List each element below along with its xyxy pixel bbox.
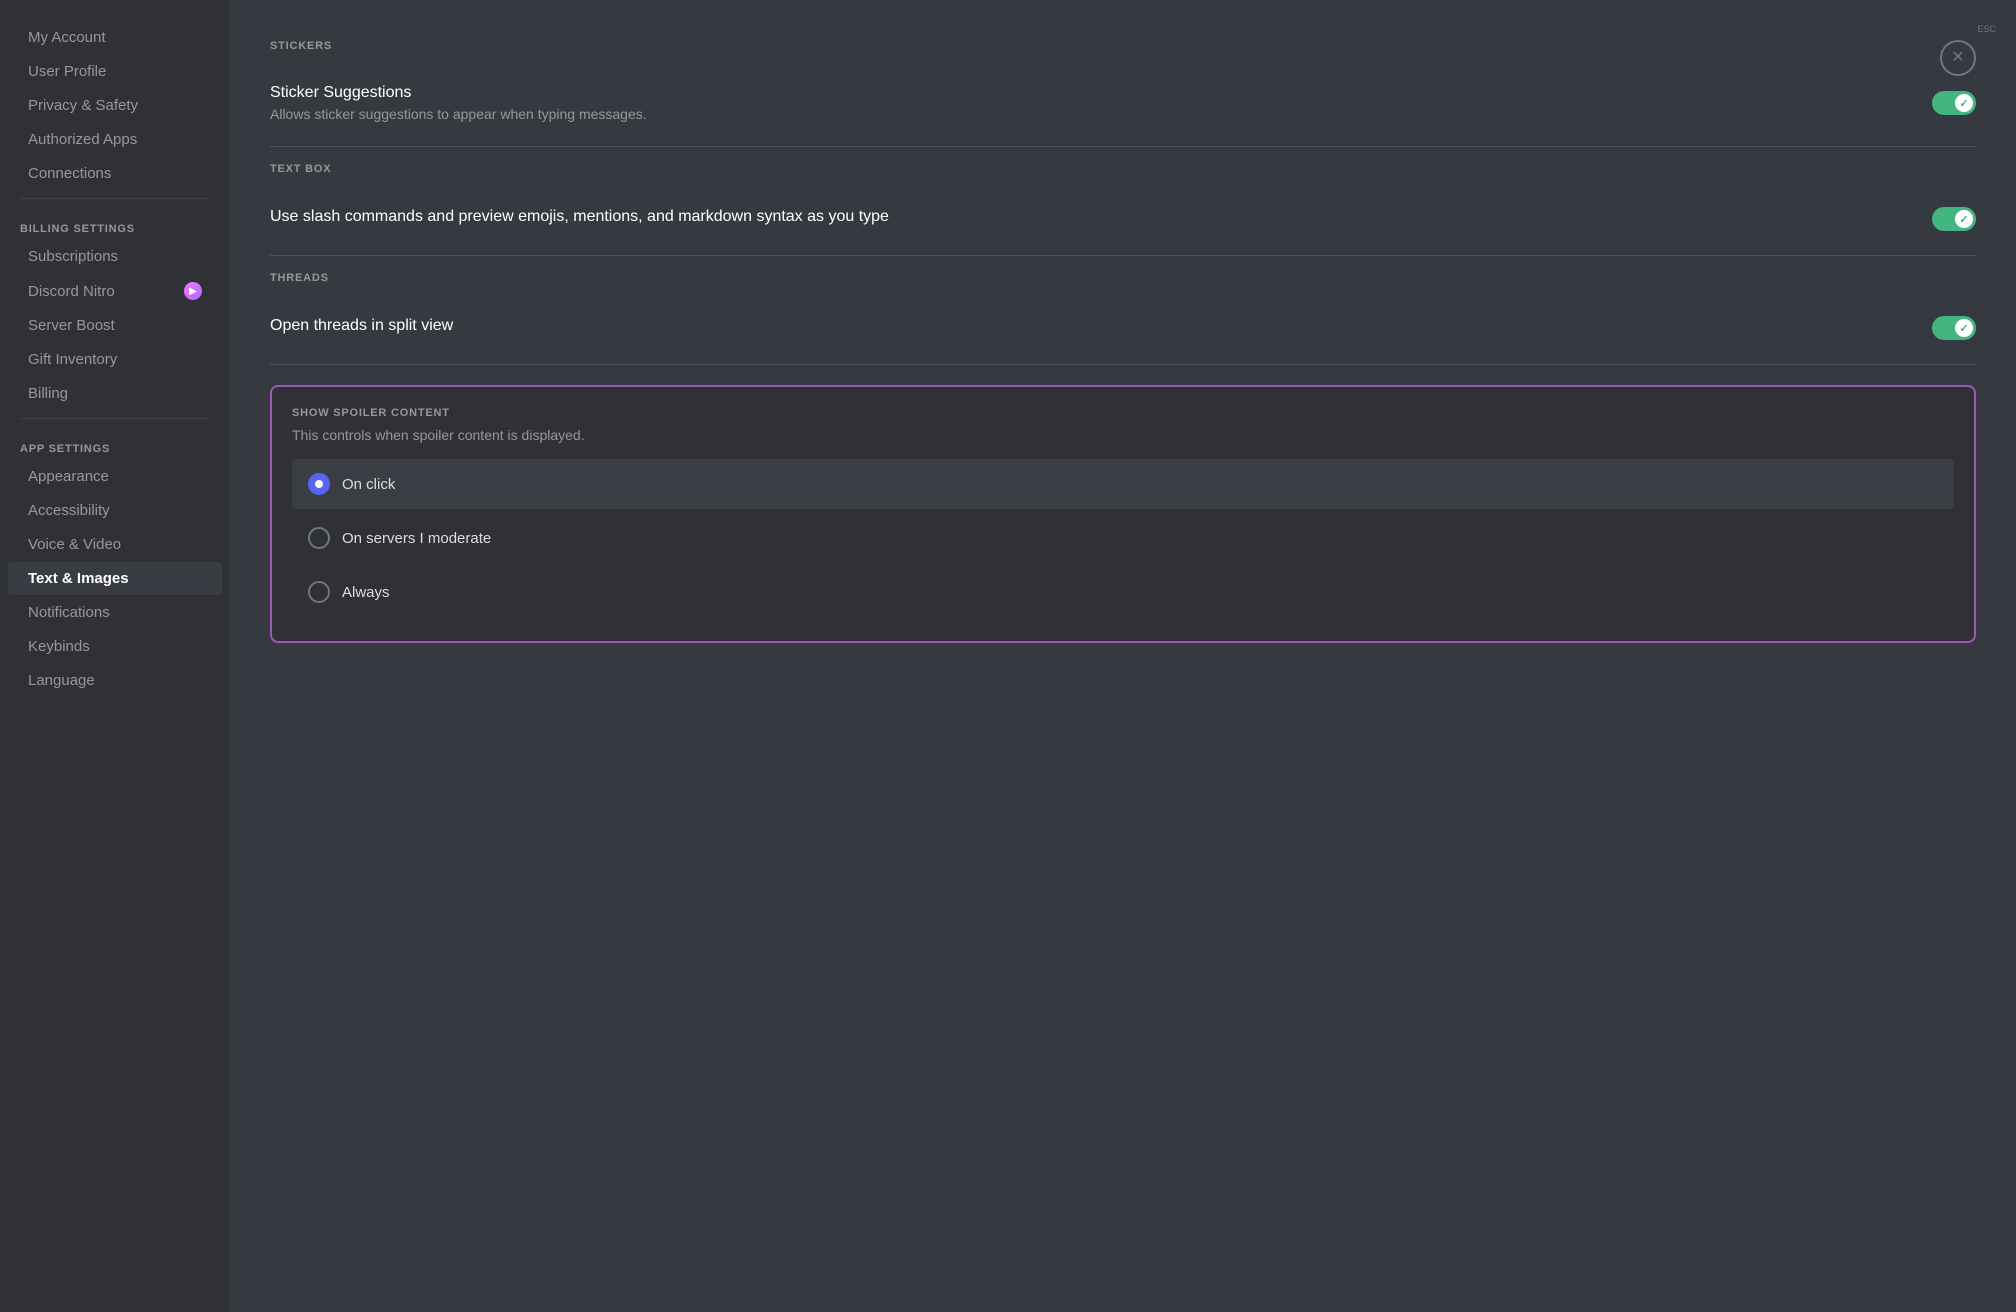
radio-on-click[interactable]: On click <box>292 459 1954 509</box>
sidebar-item-accessibility[interactable]: Accessibility <box>8 494 222 527</box>
textbox-label: Use slash commands and preview emojis, m… <box>270 208 1932 226</box>
radio-label-on-click: On click <box>342 476 395 493</box>
divider-2 <box>270 255 1976 256</box>
textbox-info: Use slash commands and preview emojis, m… <box>270 208 1932 230</box>
spoiler-desc: This controls when spoiler content is di… <box>292 427 1954 443</box>
textbox-toggle[interactable] <box>1932 207 1976 231</box>
sidebar-item-billing[interactable]: Billing <box>8 377 222 410</box>
sidebar-item-label: Server Boost <box>28 317 115 334</box>
sidebar-item-label: Billing <box>28 385 68 402</box>
radio-label-always: Always <box>342 584 390 601</box>
radio-circle-moderate <box>308 527 330 549</box>
toggle-knob <box>1955 94 1973 112</box>
radio-circle-always <box>308 581 330 603</box>
threads-section-title: THREADS <box>270 272 1976 284</box>
sidebar-item-my-account[interactable]: My Account <box>8 21 222 54</box>
sidebar-divider-app <box>20 418 210 419</box>
sticker-suggestions-desc: Allows sticker suggestions to appear whe… <box>270 106 1932 122</box>
sidebar-item-label: Discord Nitro <box>28 283 115 300</box>
main-content: ✕ ESC STICKERS Sticker Suggestions Allow… <box>230 0 2016 1312</box>
toggle-knob-2 <box>1955 210 1973 228</box>
threads-toggle[interactable] <box>1932 316 1976 340</box>
nitro-icon: ▶ <box>184 282 202 300</box>
sticker-suggestions-row: Sticker Suggestions Allows sticker sugge… <box>270 68 1976 138</box>
sidebar-item-label: Gift Inventory <box>28 351 117 368</box>
close-container: ✕ ESC <box>1977 20 1996 34</box>
sticker-suggestions-toggle[interactable] <box>1932 91 1976 115</box>
toggle-knob-3 <box>1955 319 1973 337</box>
sticker-suggestions-label: Sticker Suggestions <box>270 84 1932 102</box>
sidebar-item-text-images[interactable]: Text & Images <box>8 562 222 595</box>
app-section-label: APP SETTINGS <box>0 427 230 459</box>
esc-label: ESC <box>1977 24 1996 34</box>
sidebar-item-discord-nitro[interactable]: Discord Nitro ▶ <box>8 274 222 308</box>
radio-always[interactable]: Always <box>292 567 1954 617</box>
divider-1 <box>270 146 1976 147</box>
sidebar-item-user-profile[interactable]: User Profile <box>8 55 222 88</box>
sidebar-item-language[interactable]: Language <box>8 664 222 697</box>
sidebar-item-notifications[interactable]: Notifications <box>8 596 222 629</box>
sidebar: My AccountUser ProfilePrivacy & SafetyAu… <box>0 0 230 1312</box>
spoiler-title: SHOW SPOILER CONTENT <box>292 407 1954 419</box>
sidebar-item-privacy-safety[interactable]: Privacy & Safety <box>8 89 222 122</box>
sidebar-item-appearance[interactable]: Appearance <box>8 460 222 493</box>
textbox-section-title: TEXT BOX <box>270 163 1976 175</box>
spoiler-section: SHOW SPOILER CONTENT This controls when … <box>270 385 1976 643</box>
sidebar-item-keybinds[interactable]: Keybinds <box>8 630 222 663</box>
threads-row: Open threads in split view <box>270 300 1976 356</box>
radio-on-servers-moderate[interactable]: On servers I moderate <box>292 513 1954 563</box>
divider-3 <box>270 364 1976 365</box>
stickers-section-title: STICKERS <box>270 40 1976 52</box>
radio-label-moderate: On servers I moderate <box>342 530 491 547</box>
close-icon: ✕ <box>1951 50 1964 66</box>
radio-circle-on-click <box>308 473 330 495</box>
sidebar-item-server-boost[interactable]: Server Boost <box>8 309 222 342</box>
sidebar-item-subscriptions[interactable]: Subscriptions <box>8 240 222 273</box>
sidebar-item-gift-inventory[interactable]: Gift Inventory <box>8 343 222 376</box>
threads-label: Open threads in split view <box>270 317 1932 335</box>
close-button[interactable]: ✕ <box>1940 40 1976 76</box>
billing-section-label: BILLING SETTINGS <box>0 207 230 239</box>
sticker-suggestions-info: Sticker Suggestions Allows sticker sugge… <box>270 84 1932 122</box>
sidebar-item-label: Subscriptions <box>28 248 118 265</box>
sidebar-item-authorized-apps[interactable]: Authorized Apps <box>8 123 222 156</box>
threads-info: Open threads in split view <box>270 317 1932 339</box>
sidebar-item-connections[interactable]: Connections <box>8 157 222 190</box>
sidebar-item-voice-video[interactable]: Voice & Video <box>8 528 222 561</box>
sidebar-divider-billing <box>20 198 210 199</box>
textbox-row: Use slash commands and preview emojis, m… <box>270 191 1976 247</box>
